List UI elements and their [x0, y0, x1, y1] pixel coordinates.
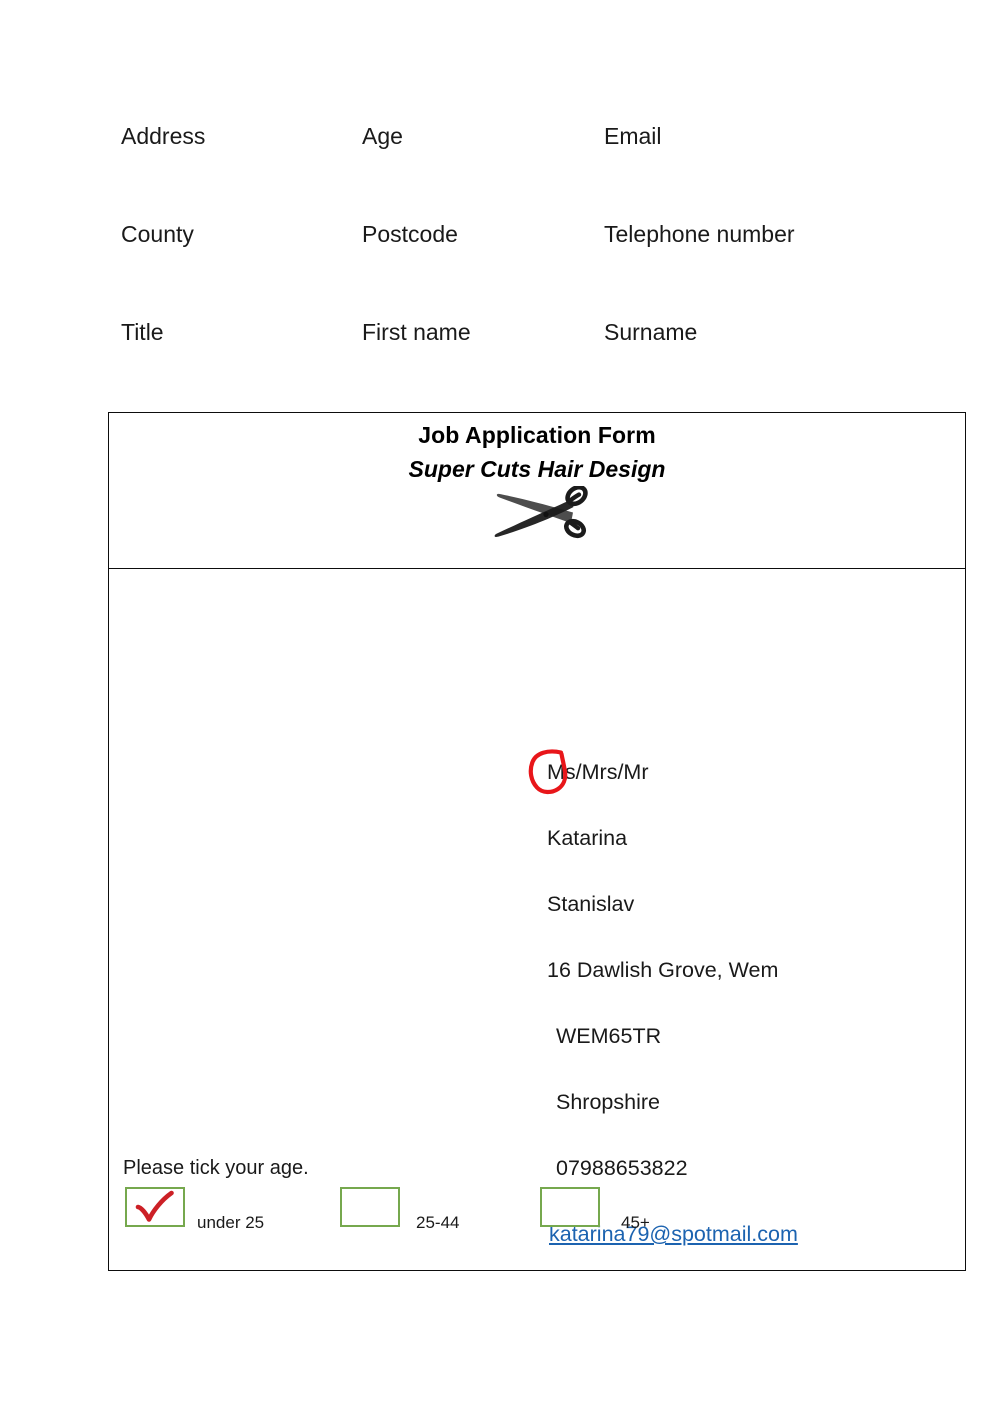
- age-checkbox-under-25[interactable]: [125, 1187, 185, 1227]
- document-page: Address Age Email County Postcode Teleph…: [0, 0, 1000, 1413]
- field-label-county: County: [121, 221, 194, 247]
- field-label-surname: Surname: [604, 319, 698, 345]
- answer-surname: Stanislav: [547, 892, 635, 916]
- field-label-first-name: First name: [362, 319, 471, 345]
- answer-county: Shropshire: [556, 1090, 660, 1114]
- scissors-icon: [109, 485, 965, 543]
- field-label-email: Email: [604, 123, 662, 149]
- check-icon: [135, 1190, 174, 1222]
- answer-title: Ms/Mrs/Mr: [528, 749, 649, 795]
- field-label-address: Address: [121, 123, 206, 149]
- answer-postcode: WEM65TR: [556, 1024, 662, 1048]
- answer-title-text: Ms/Mrs/Mr: [547, 760, 649, 784]
- answer-first-name: Katarina: [547, 826, 628, 850]
- age-checkbox-25-44[interactable]: [340, 1187, 400, 1227]
- answer-title-row: Ms/Mrs/Mr: [528, 749, 649, 795]
- age-label-45-plus: 45+: [621, 1213, 650, 1232]
- field-label-grid: Address Age Email County Postcode Teleph…: [0, 0, 1000, 400]
- age-checkbox-45-plus[interactable]: [540, 1187, 600, 1227]
- field-label-age: Age: [362, 123, 403, 149]
- form-title: Job Application Form: [418, 422, 656, 448]
- age-label-under-25: under 25: [197, 1213, 265, 1232]
- field-label-title: Title: [121, 319, 164, 345]
- age-tick-section: Please tick your age. under 25 25-44 45+: [121, 1157, 961, 1247]
- answer-address: 16 Dawlish Grove, Wem: [547, 958, 779, 982]
- age-label-25-44: 25-44: [416, 1213, 460, 1232]
- age-prompt-label: Please tick your age.: [123, 1157, 309, 1179]
- form-subtitle: Super Cuts Hair Design: [408, 456, 666, 482]
- field-label-telephone: Telephone number: [604, 221, 795, 247]
- field-label-postcode: Postcode: [362, 221, 458, 247]
- job-application-form-table: Job Application Form Super Cuts Hair Des…: [108, 412, 966, 1271]
- form-header-cell: Job Application Form Super Cuts Hair Des…: [109, 413, 965, 569]
- form-body-cell: Ms/Mrs/Mr Katarina Stanislav 16 Dawlish …: [109, 569, 965, 1269]
